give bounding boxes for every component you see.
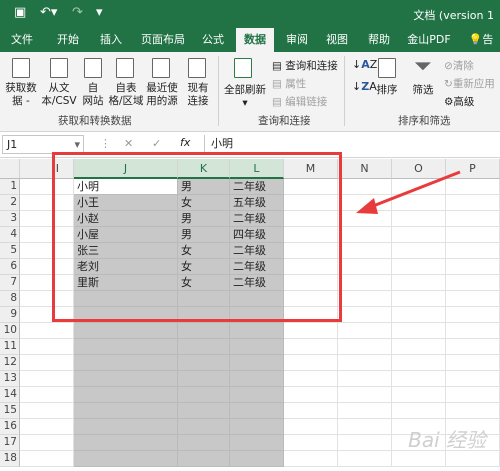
annotation-arrow — [356, 170, 461, 214]
watermark: Bai 经验 — [408, 428, 486, 452]
